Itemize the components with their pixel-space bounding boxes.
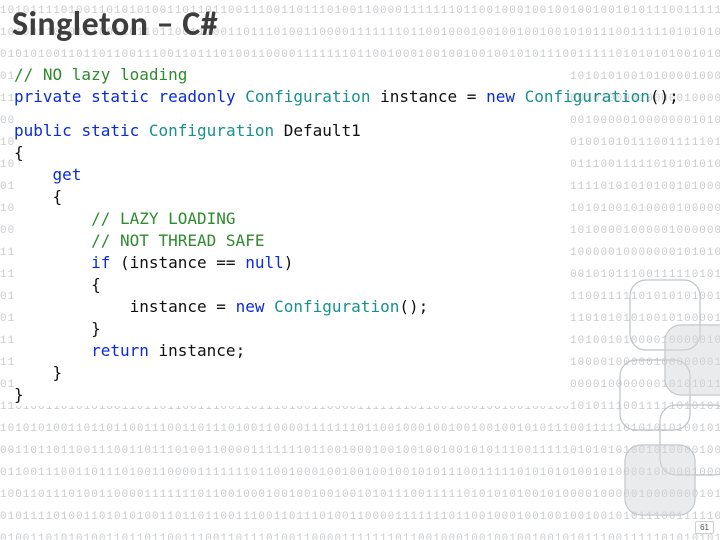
tail-1: (); [650, 87, 679, 106]
identifier-instance-2: instance [130, 253, 207, 272]
comment-lazy: // LAZY LOADING [91, 209, 236, 228]
tail-2: (); [399, 297, 428, 316]
code-snippet-1: // NO lazy loading private static readon… [14, 60, 570, 114]
op-assign-1: = [457, 87, 486, 106]
keyword-new-1: new [486, 87, 515, 106]
slide-root: 1010111101001101010100110110110011100110… [0, 0, 720, 540]
brace-open-1: { [14, 143, 24, 162]
type-configuration-2: Configuration [525, 87, 650, 106]
keyword-return: return [91, 341, 149, 360]
page-number: 61 [695, 521, 714, 534]
brace-open-2: { [53, 187, 63, 206]
paren-close: ) [284, 253, 294, 272]
type-configuration-3: Configuration [149, 121, 274, 140]
code-block: // NO lazy loading private static readon… [14, 60, 570, 406]
brace-open-3: { [91, 275, 101, 294]
code-snippet-2: public static Configuration Default1 { g… [14, 114, 570, 406]
brace-close-3: } [91, 319, 101, 338]
type-configuration-4: Configuration [274, 297, 399, 316]
keyword-public: public [14, 121, 72, 140]
keyword-null: null [245, 253, 284, 272]
identifier-instance-1: instance [380, 87, 457, 106]
identifier-instance-3: instance [130, 297, 207, 316]
keyword-if: if [91, 253, 110, 272]
keyword-get: get [53, 165, 82, 184]
slide-title: Singleton – C# [12, 4, 218, 45]
brace-close-2: } [53, 363, 63, 382]
op-eqeq: == [207, 253, 246, 272]
identifier-default1: Default1 [284, 121, 361, 140]
identifier-instance-4: instance [159, 341, 236, 360]
keyword-static: static [91, 87, 149, 106]
op-assign-2: = [207, 297, 236, 316]
brace-close-1: } [14, 385, 24, 404]
keyword-static-2: static [81, 121, 139, 140]
keyword-private: private [14, 87, 81, 106]
comment-no-lazy: // NO lazy loading [14, 65, 187, 84]
semicolon: ; [236, 341, 246, 360]
comment-thread: // NOT THREAD SAFE [91, 231, 264, 250]
keyword-new-2: new [236, 297, 265, 316]
paren-open: ( [110, 253, 129, 272]
keyword-readonly: readonly [159, 87, 236, 106]
type-configuration-1: Configuration [245, 87, 370, 106]
